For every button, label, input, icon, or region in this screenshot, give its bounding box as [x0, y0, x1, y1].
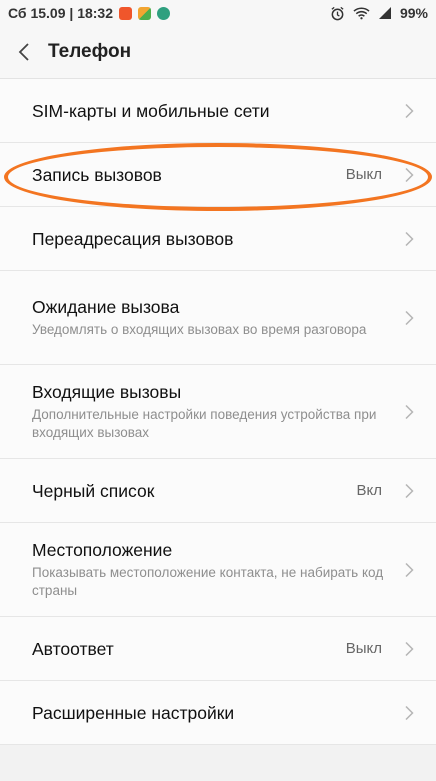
blacklist-item[interactable]: Черный список Вкл: [0, 459, 436, 523]
alarm-icon: [331, 6, 344, 20]
status-left: Сб 15.09 | 18:32: [8, 5, 170, 21]
item-subtitle: Дополнительные настройки поведения устро…: [32, 407, 377, 440]
app-notification-icon: [138, 6, 151, 20]
page-title: Телефон: [48, 41, 132, 62]
chevron-right-icon: [405, 103, 414, 118]
item-title: Входящие вызовы: [32, 382, 182, 402]
item-title: SIM-карты и мобильные сети: [32, 100, 270, 121]
advanced-settings-item[interactable]: Расширенные настройки: [0, 681, 436, 745]
call-forwarding-item[interactable]: Переадресация вызовов: [0, 207, 436, 271]
item-title: Переадресация вызовов: [32, 228, 234, 249]
item-subtitle: Показывать местоположение контакта, не н…: [32, 565, 384, 598]
location-item[interactable]: Местоположение Показывать местоположение…: [0, 523, 436, 617]
call-recording-item[interactable]: Запись вызовов Выкл: [0, 143, 436, 207]
wifi-icon: [353, 7, 370, 20]
item-title: Ожидание вызова: [32, 297, 180, 317]
chevron-left-icon: [18, 43, 29, 61]
app-header: Телефон: [0, 26, 436, 79]
item-title: Черный список: [32, 480, 155, 501]
item-title: Запись вызовов: [32, 164, 162, 185]
chevron-right-icon: [405, 705, 414, 720]
back-button[interactable]: [0, 26, 48, 78]
item-value: Вкл: [356, 482, 383, 499]
status-datetime: Сб 15.09 | 18:32: [8, 5, 113, 21]
chevron-right-icon: [405, 641, 414, 656]
item-title: Расширенные настройки: [32, 702, 235, 723]
app-notification-icon: [119, 6, 132, 20]
chevron-right-icon: [405, 483, 414, 498]
item-subtitle: Уведомлять о входящих вызовах во время р…: [32, 322, 367, 337]
status-right: 99%: [330, 5, 428, 21]
chevron-right-icon: [405, 404, 414, 419]
chevron-right-icon: [405, 167, 414, 182]
status-bar: Сб 15.09 | 18:32 99%: [0, 0, 436, 26]
signal-icon: [378, 7, 391, 19]
chevron-right-icon: [405, 231, 414, 246]
settings-list: SIM-карты и мобильные сети Запись вызово…: [0, 79, 436, 745]
chevron-right-icon: [405, 562, 414, 577]
auto-answer-item[interactable]: Автоответ Выкл: [0, 617, 436, 681]
sim-settings-item[interactable]: SIM-карты и мобильные сети: [0, 79, 436, 143]
item-title: Местоположение: [32, 540, 173, 560]
incoming-calls-item[interactable]: Входящие вызовы Дополнительные настройки…: [0, 365, 436, 459]
item-value: Выкл: [345, 640, 382, 657]
app-notification-icon: [157, 6, 170, 20]
call-waiting-item[interactable]: Ожидание вызова Уведомлять о входящих вы…: [0, 271, 436, 365]
item-title: Автоответ: [32, 638, 114, 659]
chevron-right-icon: [405, 310, 414, 325]
battery-level: 99%: [399, 5, 428, 21]
item-value: Выкл: [345, 166, 382, 183]
